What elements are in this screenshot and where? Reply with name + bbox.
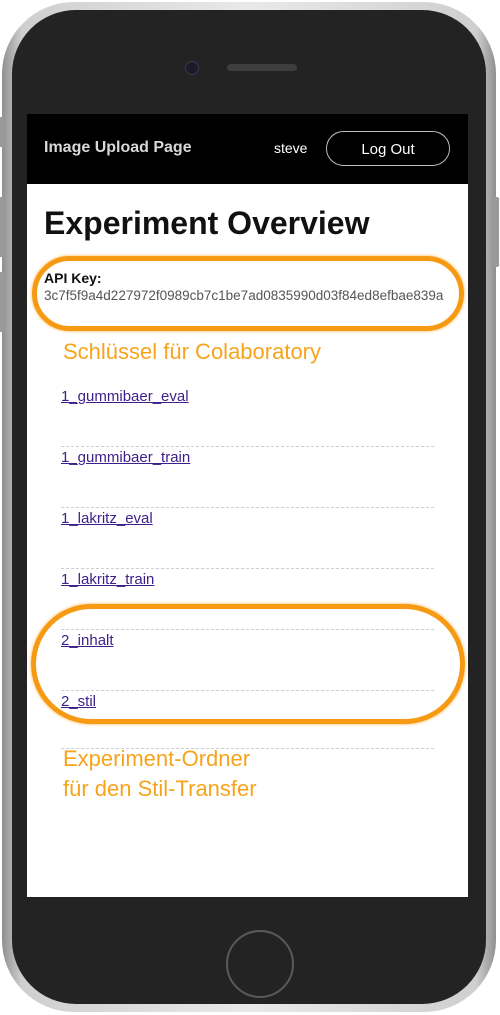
speaker-grille	[227, 64, 297, 71]
api-key-highlight	[32, 256, 464, 331]
folder-highlight	[31, 604, 465, 724]
folder-annotation-line2: für den Stil-Transfer	[63, 776, 257, 801]
folder-annotation-line1: Experiment-Ordner	[63, 746, 251, 771]
experiment-link[interactable]: 1_gummibaer_eval	[61, 388, 189, 405]
list-item: 1_gummibaer_train	[61, 447, 434, 508]
experiment-link[interactable]: 1_lakritz_eval	[61, 510, 153, 527]
key-annotation: Schlüssel für Colaboratory	[63, 339, 322, 364]
power-button	[494, 197, 499, 267]
brand-link[interactable]: Image Upload Page	[44, 139, 192, 157]
navbar: Image Upload Page steve Log Out	[27, 114, 468, 184]
username: steve	[274, 140, 308, 156]
side-button	[0, 117, 4, 147]
logout-button[interactable]: Log Out	[326, 131, 450, 166]
page-title: Experiment Overview	[44, 205, 370, 241]
list-item: 1_gummibaer_eval	[61, 386, 434, 447]
volume-down-button	[0, 272, 4, 332]
experiment-link[interactable]: 1_lakritz_train	[61, 571, 154, 588]
experiment-link[interactable]: 1_gummibaer_train	[61, 449, 190, 466]
list-item: 1_lakritz_eval	[61, 508, 434, 569]
home-button[interactable]	[226, 930, 294, 998]
volume-up-button	[0, 197, 4, 257]
screen: Image Upload Page steve Log Out Experime…	[27, 114, 468, 897]
camera-icon	[185, 61, 199, 75]
